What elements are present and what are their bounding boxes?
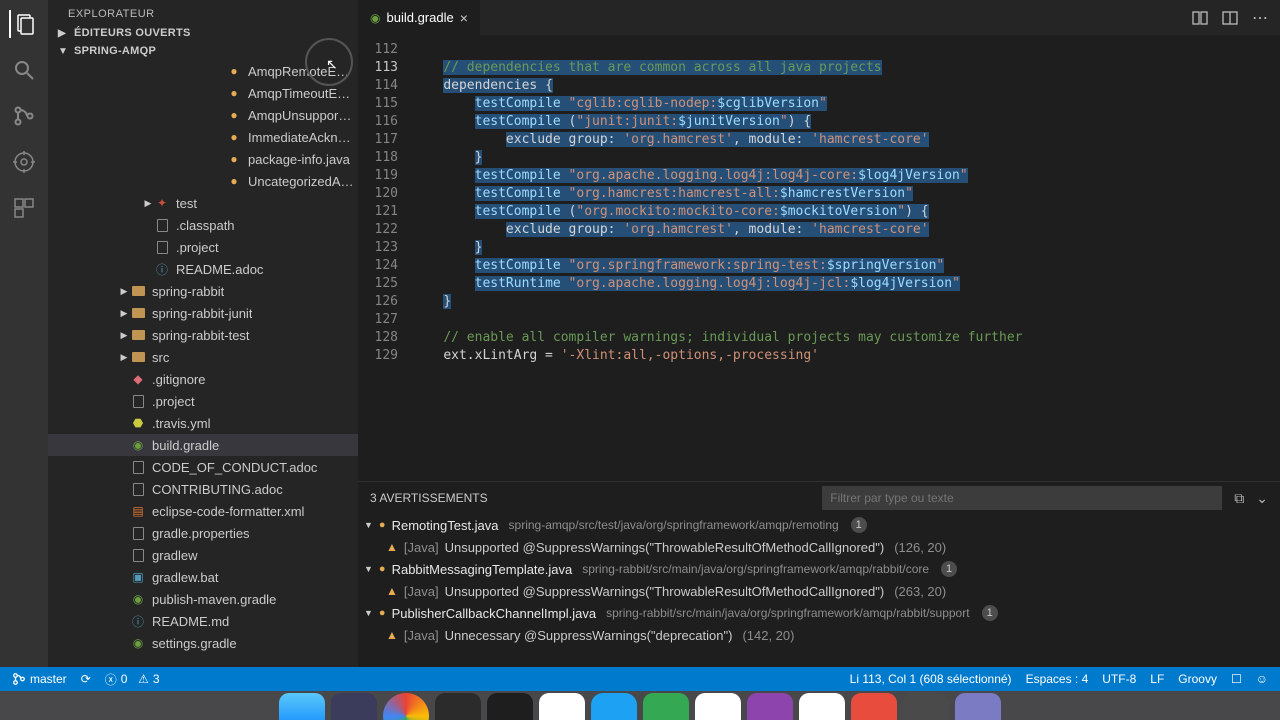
code-editor[interactable]: 1121131141151161171181191201211221231241… — [358, 35, 1280, 481]
chevron-right-icon: ▶ — [58, 28, 70, 39]
tree-file[interactable]: ▤eclipse-code-formatter.xml — [48, 500, 358, 522]
tree-file[interactable]: ▣gradlew.bat — [48, 566, 358, 588]
status-bar: master ⟳ ⓧ 0 ⚠ 3 Li 113, Col 1 (608 séle… — [0, 667, 1280, 691]
explorer-title: EXPLORATEUR — [48, 0, 358, 24]
encoding-status[interactable]: UTF-8 — [1098, 672, 1140, 686]
tree-file[interactable]: .classpath — [48, 214, 358, 236]
problems-filter-input[interactable] — [822, 486, 1222, 510]
warning-icon: ▲ — [386, 628, 398, 642]
split-icon[interactable] — [1222, 10, 1238, 26]
chevron-right-icon: ▶ — [118, 352, 130, 363]
activity-bar — [0, 0, 48, 667]
problem-item[interactable]: ▲ [Java] Unnecessary @SuppressWarnings("… — [364, 624, 1274, 646]
tree-file-build-gradle[interactable]: ◉build.gradle — [48, 434, 358, 456]
chevron-right-icon: ▶ — [118, 286, 130, 297]
collapse-all-icon[interactable]: ⧉ — [1234, 490, 1244, 507]
code-content[interactable]: // dependencies that are common across a… — [412, 35, 1280, 481]
close-icon[interactable]: × — [460, 10, 468, 26]
problem-file[interactable]: ▼ ● PublisherCallbackChannelImpl.java sp… — [364, 602, 1274, 624]
cursor-position[interactable]: Li 113, Col 1 (608 sélectionné) — [846, 672, 1016, 686]
java-icon: ● — [379, 563, 386, 575]
problems-header: 3 AVERTISSEMENTS ⧉ ⌄ — [358, 482, 1280, 514]
problems-count: 3 AVERTISSEMENTS — [370, 491, 488, 505]
problem-item[interactable]: ▲ [Java] Unsupported @SuppressWarnings("… — [364, 580, 1274, 602]
tab-bar: ◉ build.gradle × ⋯ — [358, 0, 1280, 35]
chevron-down-icon: ▼ — [364, 608, 373, 618]
indent-status[interactable]: Espaces : 4 — [1022, 672, 1093, 686]
chevron-right-icon: ▶ — [142, 198, 154, 209]
count-badge: 1 — [851, 517, 867, 533]
sync-icon[interactable]: ⟳ — [77, 672, 95, 686]
tree-folder[interactable]: ▶spring-rabbit — [48, 280, 358, 302]
tree-file[interactable]: ●AmqpRemoteException.ja… — [48, 60, 358, 82]
chevron-down-icon: ▼ — [364, 520, 373, 530]
warning-icon: ▲ — [386, 584, 398, 598]
problems-list[interactable]: ▼ ● RemotingTest.java spring-amqp/src/te… — [358, 514, 1280, 667]
tree-file[interactable]: ⬣.travis.yml — [48, 412, 358, 434]
tree-file[interactable]: ⓘREADME.md — [48, 610, 358, 632]
git-branch[interactable]: master — [8, 672, 71, 686]
count-badge: 1 — [982, 605, 998, 621]
tree-file[interactable]: gradlew — [48, 544, 358, 566]
file-tree[interactable]: ●AmqpRemoteException.ja… ●AmqpTimeoutExc… — [48, 60, 358, 667]
tree-file[interactable]: ◆.gitignore — [48, 368, 358, 390]
tree-folder[interactable]: ▶src — [48, 346, 358, 368]
macos-dock[interactable] — [0, 691, 1280, 720]
tree-folder[interactable]: ▶spring-rabbit-junit — [48, 302, 358, 324]
scm-icon[interactable] — [10, 102, 38, 130]
chevron-right-icon: ▶ — [118, 330, 130, 341]
explorer-sidebar: EXPLORATEUR ▶ÉDITEURS OUVERTS ▼SPRING-AM… — [48, 0, 358, 667]
tree-file[interactable]: CODE_OF_CONDUCT.adoc — [48, 456, 358, 478]
tree-folder-test[interactable]: ▶✦test — [48, 192, 358, 214]
warning-icon: ▲ — [386, 540, 398, 554]
problem-file[interactable]: ▼ ● RemotingTest.java spring-amqp/src/te… — [364, 514, 1274, 536]
extensions-icon[interactable] — [10, 194, 38, 222]
tree-file[interactable]: ◉settings.gradle — [48, 632, 358, 654]
feedback-icon[interactable]: ☐ — [1227, 672, 1246, 686]
search-icon[interactable] — [10, 56, 38, 84]
project-section[interactable]: ▼SPRING-AMQP — [48, 42, 358, 60]
tree-file[interactable]: ⓘREADME.adoc — [48, 258, 358, 280]
problem-file[interactable]: ▼ ● RabbitMessagingTemplate.java spring-… — [364, 558, 1274, 580]
eol-status[interactable]: LF — [1146, 672, 1168, 686]
tree-file[interactable]: ◉publish-maven.gradle — [48, 588, 358, 610]
debug-icon[interactable] — [10, 148, 38, 176]
language-status[interactable]: Groovy — [1174, 672, 1221, 686]
tree-file[interactable]: ●AmqpUnsupportedEncodi… — [48, 104, 358, 126]
tab-build-gradle[interactable]: ◉ build.gradle × — [358, 0, 481, 35]
chevron-down-icon: ▼ — [364, 564, 373, 574]
more-icon[interactable]: ⋯ — [1252, 8, 1268, 28]
compare-icon[interactable] — [1192, 10, 1208, 26]
explorer-icon[interactable] — [9, 10, 37, 38]
smiley-icon[interactable]: ☺ — [1252, 672, 1272, 686]
tree-file[interactable]: CONTRIBUTING.adoc — [48, 478, 358, 500]
tree-file[interactable]: ●UncategorizedAmqpExce… — [48, 170, 358, 192]
tree-file[interactable]: .project — [48, 236, 358, 258]
chevron-right-icon: ▶ — [118, 308, 130, 319]
java-icon: ● — [379, 519, 386, 531]
open-editors-section[interactable]: ▶ÉDITEURS OUVERTS — [48, 24, 358, 42]
tree-file[interactable]: gradle.properties — [48, 522, 358, 544]
line-gutter: 1121131141151161171181191201211221231241… — [358, 35, 412, 481]
main-editor-area: ◉ build.gradle × ⋯ 112113114115116117118… — [358, 0, 1280, 667]
gradle-icon: ◉ — [370, 11, 380, 25]
count-badge: 1 — [941, 561, 957, 577]
problem-item[interactable]: ▲ [Java] Unsupported @SuppressWarnings("… — [364, 536, 1274, 558]
java-icon: ● — [379, 607, 386, 619]
chevron-down-icon: ▼ — [58, 46, 70, 57]
problems-status[interactable]: ⓧ 0 ⚠ 3 — [101, 671, 164, 688]
problems-panel: 3 AVERTISSEMENTS ⧉ ⌄ ▼ ● RemotingTest.ja… — [358, 481, 1280, 667]
tree-file[interactable]: ●package-info.java — [48, 148, 358, 170]
chevron-down-icon[interactable]: ⌄ — [1256, 490, 1268, 507]
tree-file[interactable]: ●ImmediateAcknowledgeA… — [48, 126, 358, 148]
tree-folder[interactable]: ▶spring-rabbit-test — [48, 324, 358, 346]
tree-file[interactable]: ●AmqpTimeoutException.j… — [48, 82, 358, 104]
tree-file[interactable]: .project — [48, 390, 358, 412]
